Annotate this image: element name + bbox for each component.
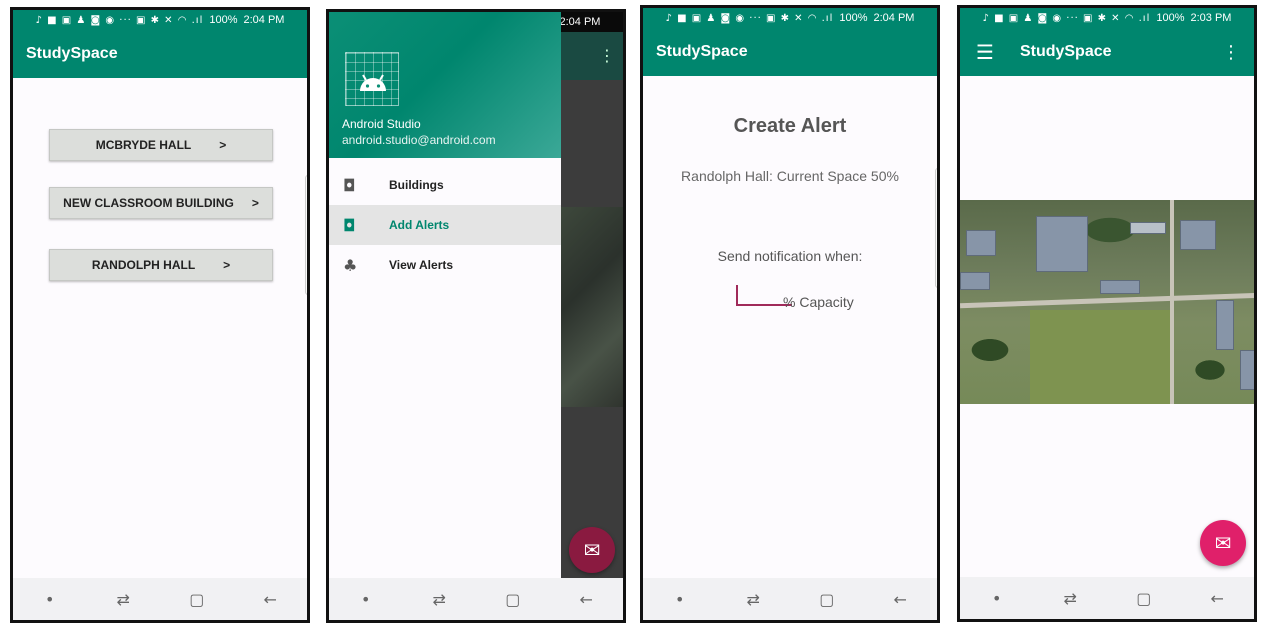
chevron-right-icon: > — [219, 138, 227, 152]
chevron-right-icon: > — [223, 258, 231, 272]
map-building — [1036, 216, 1088, 272]
create-alert-title: Create Alert — [733, 115, 847, 137]
map-building — [1130, 222, 1166, 234]
back-icon[interactable]: ← — [255, 590, 285, 609]
drawer-item-label: Add Alerts — [389, 218, 450, 232]
battery-text: 100% — [1156, 12, 1185, 24]
chevron-right-icon: > — [251, 196, 259, 210]
mail-icon: ✉ — [583, 538, 601, 562]
recents-icon[interactable]: ⇄ — [1055, 589, 1085, 608]
android-logo-icon — [345, 52, 399, 106]
building-button-label: RANDOLPH HALL — [91, 258, 196, 272]
camera-icon: ◘ — [343, 215, 356, 235]
map-building — [1100, 280, 1140, 294]
app-bar: ☰ StudySpace ⋮ — [960, 28, 1254, 76]
overflow-menu-icon: ⋮ — [599, 46, 615, 65]
status-bar: ♪ ■ ▣ ♟ ◙ ◉ ··· ▣ ✱ ✕ ◠ .ıl 100% 2:04 PM — [643, 8, 937, 28]
send-notification-label: Send notification when: — [717, 248, 863, 264]
capacity-suffix-label: % Capacity — [783, 294, 854, 310]
map-building — [1240, 350, 1254, 390]
home-icon[interactable]: ▢ — [812, 590, 842, 609]
status-icons: ♪ ■ ▣ ♟ ◙ ◉ ··· ▣ ✱ ✕ ◠ .ıl — [35, 14, 204, 26]
map-building — [960, 272, 990, 290]
recents-icon[interactable]: ⇄ — [424, 590, 454, 609]
app-bar: StudySpace — [13, 30, 307, 78]
system-nav-bar: • ⇄ ▢ ← — [960, 577, 1254, 619]
status-bar: ♪ ■ ▣ ♟ ◙ ◉ ··· ▣ ✱ ✕ ◠ .ıl 100% 2:04 PM — [13, 10, 307, 30]
phone-screen-drawer: ♪ ■ ▣ ♟ ◙ ◉ ··· ▣ ✱ ✕ ◠ .ıl 100% 2:04 PM… — [326, 9, 626, 623]
back-icon[interactable]: ← — [885, 590, 915, 609]
phone-screen-create-alert: ♪ ■ ▣ ♟ ◙ ◉ ··· ▣ ✱ ✕ ◠ .ıl 100% 2:04 PM… — [640, 5, 940, 623]
mail-fab[interactable]: ✉ — [1200, 520, 1246, 566]
clock-text: 2:04 PM — [243, 14, 285, 26]
drawer-item-label: Buildings — [389, 178, 444, 192]
clock-text: 2:03 PM — [1190, 12, 1232, 24]
map-lawn — [1030, 310, 1170, 404]
status-bar: ♪ ■ ▣ ♟ ◙ ◉ ··· ▣ ✱ ✕ ◠ .ıl 100% 2:03 PM — [960, 8, 1254, 28]
capacity-input-cursor[interactable] — [736, 285, 738, 305]
drawer-user-name: Android Studio — [342, 117, 421, 131]
recents-icon[interactable]: ⇄ — [738, 590, 768, 609]
nav-dot-icon: • — [992, 588, 1002, 608]
drawer-user-email: android.studio@android.com — [342, 133, 496, 147]
nav-dot-icon: • — [675, 589, 685, 609]
map-building — [1216, 300, 1234, 350]
scrimmed-app-bar: ⋮ — [559, 32, 623, 80]
status-icons: ♪ ■ ▣ ♟ ◙ ◉ ··· ▣ ✱ ✕ ◠ .ıl — [665, 12, 834, 24]
mail-fab-scrimmed: ✉ — [569, 527, 615, 573]
status-icons: ♪ ■ ▣ ♟ ◙ ◉ ··· ▣ ✱ ✕ ◠ .ıl — [982, 12, 1151, 24]
app-bar: StudySpace — [643, 28, 937, 76]
drawer-item-buildings[interactable]: ◘ Buildings — [329, 165, 561, 205]
map-road — [1170, 200, 1174, 404]
system-nav-bar: • ⇄ ▢ ← — [13, 578, 307, 620]
recents-icon[interactable]: ⇄ — [108, 590, 138, 609]
add-alert-icon: ♣ — [343, 255, 358, 275]
map-building — [966, 230, 996, 256]
back-icon[interactable]: ← — [571, 590, 601, 609]
building-button-label: NEW CLASSROOM BUILDING — [63, 196, 234, 210]
navigation-drawer: Android Studio android.studio@android.co… — [329, 12, 561, 586]
app-title: StudySpace — [26, 45, 118, 62]
building-button-label: MCBRYDE HALL — [95, 138, 192, 152]
current-space-text: Randolph Hall: Current Space 50% — [681, 168, 899, 184]
phone-screen-map: ♪ ■ ▣ ♟ ◙ ◉ ··· ▣ ✱ ✕ ◠ .ıl 100% 2:03 PM… — [957, 5, 1257, 622]
clock-text: 2:04 PM — [873, 12, 915, 24]
battery-text: 100% — [839, 12, 868, 24]
building-button-mcbryde[interactable]: MCBRYDE HALL > — [49, 129, 273, 161]
building-button-randolph[interactable]: RANDOLPH HALL > — [49, 249, 273, 281]
battery-text: 100% — [209, 14, 238, 26]
system-nav-bar: • ⇄ ▢ ← — [643, 578, 937, 620]
camera-icon: ◘ — [343, 175, 356, 195]
nav-dot-icon: • — [361, 589, 371, 609]
scrimmed-map-image — [559, 207, 623, 407]
building-button-new-classroom[interactable]: NEW CLASSROOM BUILDING > — [49, 187, 273, 219]
edge-panel-handle[interactable] — [935, 168, 937, 288]
map-road — [960, 292, 1254, 309]
edge-panel-handle[interactable] — [305, 175, 307, 295]
home-icon[interactable]: ▢ — [498, 590, 528, 609]
back-icon[interactable]: ← — [1202, 589, 1232, 608]
app-title: StudySpace — [656, 43, 748, 60]
map-building — [1180, 220, 1216, 250]
hamburger-menu-icon[interactable]: ☰ — [976, 40, 994, 64]
campus-satellite-image — [960, 200, 1254, 404]
clock-text: 2:04 PM — [559, 16, 601, 28]
system-nav-bar: • ⇄ ▢ ← — [329, 578, 623, 620]
drawer-item-view-alerts[interactable]: ♣ View Alerts — [329, 245, 561, 285]
nav-dot-icon: • — [45, 589, 55, 609]
home-icon[interactable]: ▢ — [1129, 589, 1159, 608]
mail-icon: ✉ — [1214, 531, 1232, 555]
drawer-item-label: View Alerts — [389, 258, 454, 272]
drawer-item-add-alerts[interactable]: ◘ Add Alerts — [329, 205, 561, 245]
drawer-header: Android Studio android.studio@android.co… — [329, 12, 561, 158]
home-icon[interactable]: ▢ — [182, 590, 212, 609]
phone-screen-buildings: ♪ ■ ▣ ♟ ◙ ◉ ··· ▣ ✱ ✕ ◠ .ıl 100% 2:04 PM… — [10, 7, 310, 623]
overflow-menu-icon[interactable]: ⋮ — [1222, 42, 1240, 63]
app-title: StudySpace — [1019, 43, 1112, 60]
